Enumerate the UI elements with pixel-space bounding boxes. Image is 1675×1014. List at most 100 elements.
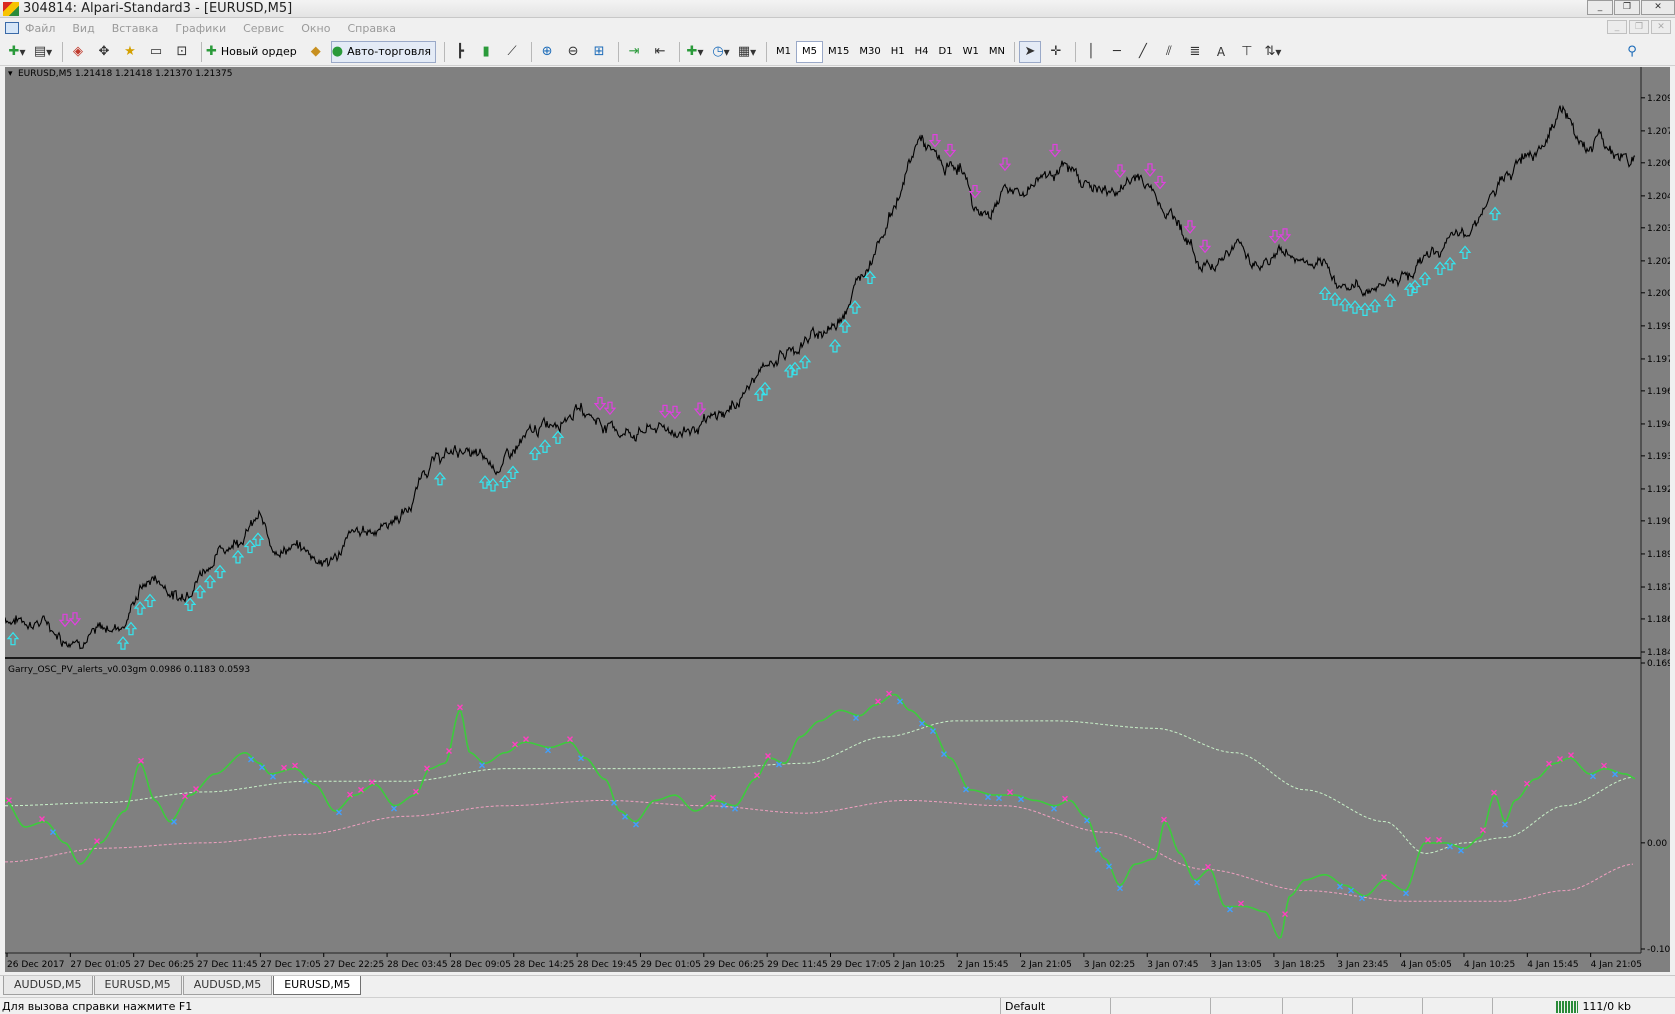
menu-file[interactable]: Файл (25, 22, 55, 35)
time-tick-label: 27 Dec 01:05 (70, 960, 131, 970)
time-tick-label: 3 Jan 23:45 (1337, 960, 1388, 970)
main-toolbar: ✚ ▾ ▤ ▾ ◈ ✥ ★ ▭ ⊡ ✚ Новый ордер ◆ ● Авто-т… (0, 38, 1675, 66)
price-axis: 1.20920 1.20775 1.20635 1.20490 1.20350 1.202… (1641, 94, 1675, 658)
chart-window[interactable]: 1.20920 1.20775 1.20635 1.20490 1.20350 1.202… (4, 67, 1675, 972)
zoom-in-icon[interactable]: ⊕ (536, 41, 558, 63)
restore-button[interactable]: ❐ (1614, 0, 1640, 15)
timeframe-m15-button[interactable]: M15 (823, 41, 854, 63)
document-icon[interactable] (5, 22, 19, 34)
metaeditor-icon[interactable]: ◆ (305, 41, 327, 63)
timeframe-w1-button[interactable]: W1 (958, 41, 984, 63)
menu-window[interactable]: Окно (301, 22, 330, 35)
indicators-icon[interactable]: ✚ ▾ (684, 41, 706, 63)
periods-icon[interactable]: ◷ ▾ (710, 41, 732, 63)
tab-audusd-m5-2[interactable]: AUDUSD,M5 (182, 976, 273, 995)
tab-eurusd-m5-active[interactable]: EURUSD,M5 (273, 976, 362, 995)
time-tick-label: 4 Jan 15:45 (1527, 960, 1578, 970)
chart-collapse-icon[interactable]: ▾ (8, 69, 13, 79)
mdi-restore-button[interactable]: ❐ (1629, 20, 1649, 34)
arrows-icon[interactable]: ⇅ ▾ (1262, 41, 1284, 63)
strategy-tester-icon[interactable]: ⊡ (171, 41, 193, 63)
timeframe-h4-button[interactable]: H4 (910, 41, 934, 63)
equidistant-channel-icon[interactable]: ⫽ (1158, 41, 1180, 63)
price-tick-label: 1.20065 (1647, 289, 1670, 299)
terminal-icon[interactable]: ▭ (145, 41, 167, 63)
search-icon[interactable]: ⚲ (1621, 41, 1643, 63)
text-label-icon[interactable]: ⊤ (1236, 41, 1258, 63)
status-help-text: Для вызова справки нажмите F1 (2, 1000, 193, 1013)
timeframe-d1-button[interactable]: D1 (934, 41, 958, 63)
minimize-button[interactable]: _ (1587, 0, 1613, 15)
autotrading-button[interactable]: ● Авто-торговля (330, 40, 437, 63)
status-separator (1492, 998, 1493, 1014)
fibonacci-icon[interactable]: ≣ (1184, 41, 1206, 63)
autotrading-icon: ● (331, 44, 344, 59)
menu-tools[interactable]: Сервис (243, 22, 284, 35)
time-tick-label: 28 Dec 03:45 (387, 960, 448, 970)
timeframe-m30-button[interactable]: M30 (854, 41, 885, 63)
menu-view[interactable]: Вид (72, 22, 94, 35)
toolbar-separator (444, 41, 446, 62)
menu-insert[interactable]: Вставка (112, 22, 159, 35)
price-pane[interactable] (5, 67, 1641, 657)
vertical-line-icon[interactable]: │ (1080, 41, 1102, 63)
tile-windows-icon[interactable]: ⊞ (588, 41, 610, 63)
connection-status-icon (1556, 1000, 1579, 1013)
templates-icon[interactable]: ▦ ▾ (736, 41, 758, 63)
time-tick-label: 4 Jan 21:05 (1591, 960, 1642, 970)
bar-chart-icon[interactable]: ┣ (449, 41, 471, 63)
navigator-icon[interactable]: ★ (119, 41, 141, 63)
timeframe-mn-button[interactable]: MN (984, 41, 1010, 63)
time-tick-label: 29 Dec 17:05 (831, 960, 892, 970)
tab-eurusd-m5[interactable]: EURUSD,M5 (93, 976, 182, 995)
toolbar-separator (62, 41, 63, 62)
data-window-icon[interactable]: ✥ (93, 41, 115, 63)
mdi-minimize-button[interactable]: _ (1607, 20, 1627, 34)
status-traffic: 111/0 kb (1556, 1000, 1631, 1013)
cursor-icon[interactable]: ➤ (1018, 40, 1041, 63)
menu-help[interactable]: Справка (347, 22, 395, 35)
close-button[interactable]: ✕ (1641, 0, 1675, 15)
toolbar-separator (766, 41, 768, 62)
menu-charts[interactable]: Графики (175, 22, 226, 35)
trendline-icon[interactable]: ╱ (1132, 41, 1154, 63)
indicator-pane[interactable] (5, 660, 1641, 953)
price-tick-label: 1.20205 (1647, 257, 1670, 267)
mdi-close-button[interactable]: ✕ (1651, 20, 1671, 34)
price-tick-label: 1.19920 (1647, 322, 1670, 332)
new-order-button[interactable]: ✚ Новый ордер (206, 41, 301, 63)
status-bar: Для вызова справки нажмите F1 Default 11… (0, 997, 1675, 1014)
horizontal-line-icon[interactable]: ─ (1106, 41, 1128, 63)
toolbar-separator (679, 41, 681, 62)
text-tool-icon[interactable]: A (1210, 41, 1232, 63)
time-tick-label: 3 Jan 13:05 (1211, 960, 1262, 970)
crosshair-icon[interactable]: ✛ (1045, 41, 1067, 63)
price-tick-label: 1.20920 (1647, 94, 1670, 104)
mdi-controls: _ ❐ ✕ (1605, 20, 1671, 34)
candlestick-icon[interactable]: ▮ (475, 41, 497, 63)
zoom-out-icon[interactable]: ⊖ (562, 41, 584, 63)
time-tick-label: 28 Dec 09:05 (450, 960, 511, 970)
status-separator (1282, 998, 1283, 1014)
chart-shift-icon[interactable]: ⇤ (649, 41, 671, 63)
toolbar-separator (531, 41, 533, 62)
chart-canvas[interactable]: 1.20920 1.20775 1.20635 1.20490 1.20350 1.202… (4, 67, 1675, 972)
price-tick-label: 1.18775 (1647, 583, 1670, 593)
timeframe-m1-button[interactable]: M1 (771, 41, 796, 63)
price-tick-label: 1.18920 (1647, 550, 1670, 560)
autotrading-label: Авто-торговля (347, 45, 432, 58)
new-chart-icon[interactable]: ✚ ▾ (6, 41, 28, 63)
timeframe-m5-button[interactable]: M5 (796, 40, 824, 63)
status-separator (1000, 998, 1001, 1014)
line-chart-icon[interactable]: ⟋ (501, 41, 523, 63)
time-tick-label: 2 Jan 21:05 (1021, 960, 1072, 970)
market-watch-icon[interactable]: ◈ (67, 41, 89, 63)
autoscroll-icon[interactable]: ⇥ (623, 41, 645, 63)
price-tick-label: 1.20490 (1647, 192, 1670, 202)
traffic-text: 111/0 kb (1582, 1000, 1631, 1013)
tab-audusd-m5[interactable]: AUDUSD,M5 (3, 976, 93, 995)
timeframe-h1-button[interactable]: H1 (886, 41, 910, 63)
price-tick-label: 1.18635 (1647, 615, 1670, 625)
profiles-icon[interactable]: ▤ ▾ (32, 41, 54, 63)
chart-tabs: AUDUSD,M5 EURUSD,M5 AUDUSD,M5 EURUSD,M5 (0, 975, 1675, 995)
